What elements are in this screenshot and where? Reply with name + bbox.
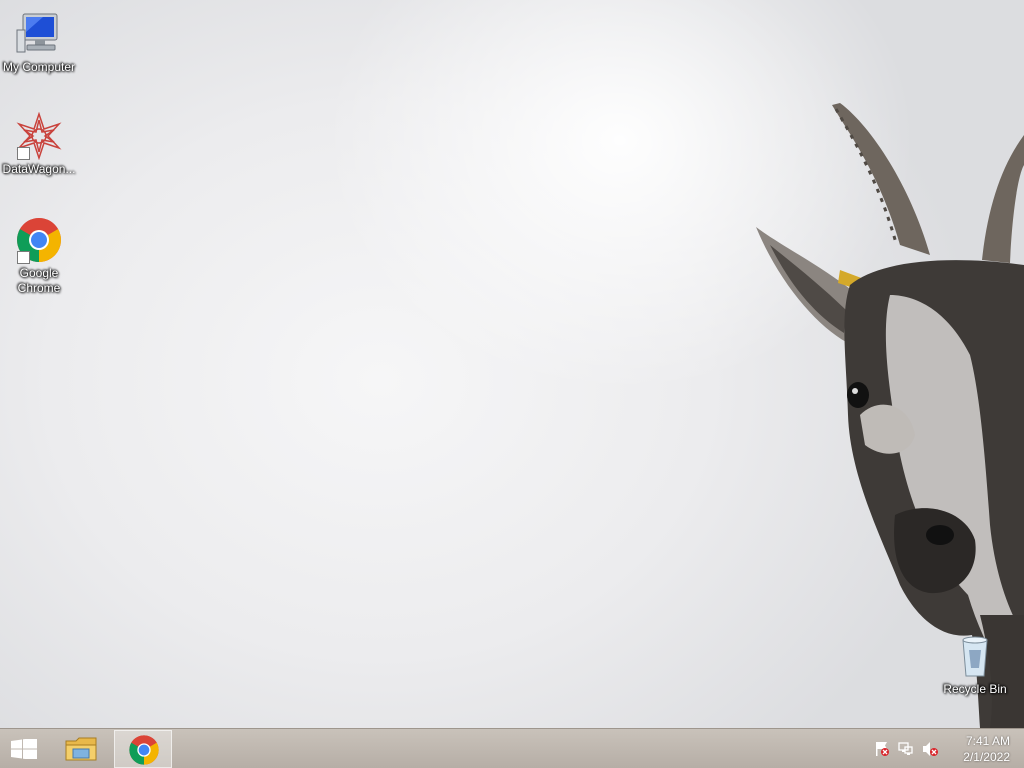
datawagon-star-icon <box>15 111 63 161</box>
clock-time: 7:41 AM <box>965 734 1010 748</box>
desktop-icon-recycle-bin[interactable]: Recycle Bin <box>936 632 1014 697</box>
desktop-icon-label: Recycle Bin <box>943 682 1007 696</box>
desktop[interactable]: My Computer DataWagon... Google Chrome R… <box>0 0 1024 728</box>
desktop-icon-label: Google Chrome <box>17 266 61 295</box>
tray-network[interactable] <box>898 741 914 757</box>
chrome-icon <box>15 216 63 264</box>
desktop-icon-label: DataWagon... <box>2 162 76 176</box>
start-button[interactable] <box>0 730 48 768</box>
flag-icon <box>876 742 889 756</box>
desktop-icon-my-computer[interactable]: My Computer <box>0 10 78 75</box>
taskbar-file-explorer[interactable] <box>52 730 110 768</box>
speaker-muted-icon <box>923 742 938 756</box>
desktop-icon-label: My Computer <box>2 60 76 74</box>
folder-icon <box>65 737 97 761</box>
taskbar: 7:41 AM 2/1/2022 <box>0 728 1024 768</box>
tray-action-center[interactable] <box>874 741 890 757</box>
desktop-icon-datawagon[interactable]: DataWagon... <box>0 111 78 177</box>
tray-volume[interactable] <box>922 741 938 757</box>
windows-logo-icon <box>11 739 37 759</box>
computer-icon <box>15 10 63 58</box>
shortcut-arrow-icon <box>17 251 30 264</box>
clock-date: 2/1/2022 <box>963 750 1010 764</box>
chrome-icon <box>129 735 159 765</box>
taskbar-clock[interactable]: 7:41 AM 2/1/2022 <box>948 733 1010 765</box>
desktop-icon-google-chrome[interactable]: Google Chrome <box>0 216 78 296</box>
shortcut-arrow-icon <box>17 147 30 160</box>
network-icon <box>898 742 913 755</box>
taskbar-google-chrome[interactable] <box>114 730 172 768</box>
recycle-bin-icon <box>951 632 999 680</box>
